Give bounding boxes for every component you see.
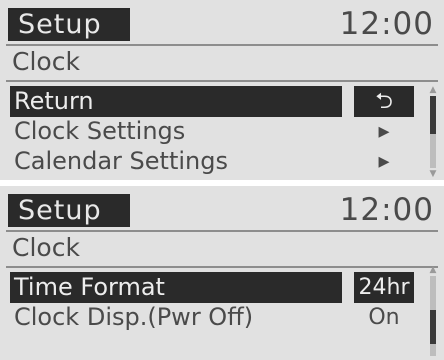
menu-item-label: Return — [10, 86, 342, 117]
menu-item-calendar-settings[interactable]: Calendar Settings ▸ — [10, 146, 420, 177]
scrollbar[interactable]: ▲ ▼ — [428, 86, 438, 179]
setting-time-format[interactable]: Time Format 24hr — [10, 272, 420, 303]
clock-time: 12:00 — [339, 192, 434, 228]
scroll-track[interactable] — [430, 276, 436, 356]
section-title-clock: Clock — [12, 47, 80, 76]
section-divider — [6, 80, 438, 82]
scroll-thumb[interactable] — [430, 96, 436, 134]
setting-label: Clock Disp.(Pwr Off) — [14, 303, 254, 331]
clock-settings-screen: Setup 12:00 Clock Time Format 24hr Clock… — [0, 186, 444, 360]
menu-item-label: Calendar Settings — [14, 147, 228, 175]
clock-display-value: On — [368, 305, 400, 330]
scroll-track[interactable] — [430, 96, 436, 168]
time-format-value: 24hr — [354, 272, 414, 303]
menu-item-clock-settings[interactable]: Clock Settings ▸ — [10, 116, 420, 147]
setting-label: Time Format — [10, 272, 342, 303]
header-divider — [6, 44, 438, 46]
scroll-up-icon[interactable]: ▲ — [428, 266, 438, 275]
setup-title: Setup — [8, 194, 130, 227]
clock-menu-screen: Setup 12:00 Clock Return ⮌ Clock Setting… — [0, 0, 444, 180]
chevron-right-icon: ▸ — [378, 149, 390, 174]
section-title-clock: Clock — [12, 233, 80, 262]
section-divider — [6, 266, 438, 268]
menu-item-return[interactable]: Return ⮌ — [10, 86, 420, 117]
return-arrow-icon: ⮌ — [354, 86, 414, 117]
scrollbar[interactable]: ▲ — [428, 266, 438, 358]
setup-title: Setup — [8, 8, 130, 41]
header-divider — [6, 230, 438, 232]
clock-time: 12:00 — [339, 6, 434, 42]
scroll-down-icon[interactable]: ▼ — [428, 170, 438, 179]
setting-clock-display-power-off[interactable]: Clock Disp.(Pwr Off) On — [10, 302, 420, 333]
menu-item-label: Clock Settings — [14, 117, 186, 145]
chevron-right-icon: ▸ — [378, 119, 390, 144]
scroll-thumb[interactable] — [430, 310, 436, 344]
scroll-up-icon[interactable]: ▲ — [428, 86, 438, 95]
